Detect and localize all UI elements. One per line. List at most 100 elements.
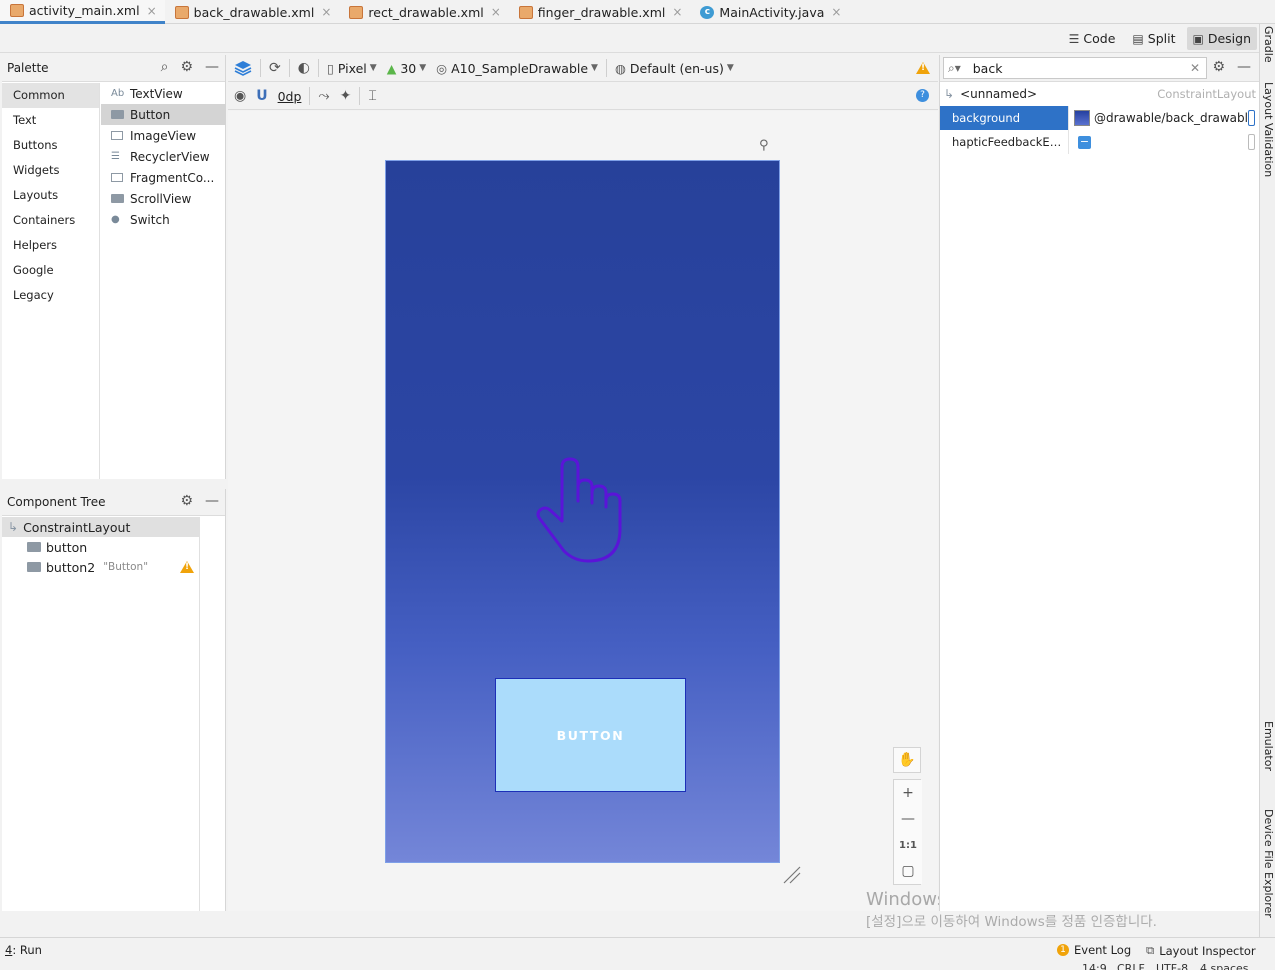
component-tree-title: Component Tree [7, 495, 106, 509]
guidelines-button[interactable]: ⌶ [363, 85, 381, 107]
view-mode-bar: ☰ Code ▤ Split ▣ Design [0, 25, 1259, 53]
tab-finger-drawable[interactable]: finger_drawable.xml × [509, 0, 691, 24]
resize-handle-icon[interactable] [782, 865, 802, 885]
attribute-value-field[interactable]: − [1068, 130, 1259, 154]
palette-category[interactable]: Helpers [2, 233, 99, 258]
gear-icon[interactable]: ⚙ [180, 493, 193, 509]
palette-category[interactable]: Containers [2, 208, 99, 233]
gradle-tool-button[interactable]: Gradle [1262, 26, 1275, 63]
design-view-button[interactable]: ▣ Design [1187, 27, 1257, 50]
help-icon[interactable]: ? [916, 89, 929, 102]
palette-item-textview[interactable]: Ab TextView [101, 83, 226, 104]
locale-select[interactable]: ◍ Default (en-us) ▼ [610, 57, 739, 79]
pin-icon[interactable]: ⚲ [759, 138, 769, 153]
tab-main-activity[interactable]: c MainActivity.java × [690, 0, 849, 24]
clear-constraints-button[interactable]: ⤳ [313, 85, 334, 107]
pan-button[interactable]: ✋ [893, 747, 921, 773]
tab-back-drawable[interactable]: back_drawable.xml × [165, 0, 340, 24]
palette-item-scrollview[interactable]: ScrollView [101, 188, 226, 209]
caret-position[interactable]: 14:9 [1082, 962, 1107, 970]
close-icon[interactable]: × [831, 5, 841, 19]
layout-validation-tool-button[interactable]: Layout Validation [1262, 82, 1275, 177]
design-canvas[interactable]: ⚲ BUTTON ✋ + — 1:1 ▢ Windows 정품 인증 [설정]으… [228, 111, 1157, 930]
tab-activity-main[interactable]: activity_main.xml × [0, 0, 165, 24]
palette-category[interactable]: Common [2, 83, 99, 108]
device-file-explorer-tool-button[interactable]: Device File Explorer [1262, 809, 1275, 918]
minimize-icon[interactable]: — [1237, 59, 1251, 75]
tristate-checkbox-icon[interactable]: − [1078, 135, 1091, 149]
attribute-value: @drawable/back_drawable [1094, 111, 1256, 125]
default-margin-button[interactable]: 0dp [273, 85, 307, 107]
run-tool-button[interactable]: 4 : Run [5, 943, 42, 957]
close-icon[interactable]: × [491, 5, 501, 19]
image-icon [111, 131, 127, 140]
warning-icon[interactable] [180, 561, 194, 573]
device-preview[interactable]: BUTTON [385, 160, 780, 863]
api-level-select[interactable]: ▲ 30 ▼ [382, 57, 431, 79]
palette-category[interactable]: Layouts [2, 183, 99, 208]
magic-wand-icon: ✦ [339, 88, 352, 104]
palette-item-label: Button [130, 107, 171, 122]
zoom-fit-button[interactable]: ▢ [894, 858, 922, 884]
palette-category[interactable]: Buttons [2, 133, 99, 158]
palette-category[interactable]: Legacy [2, 283, 99, 308]
palette-item-switch[interactable]: ● Switch [101, 209, 226, 230]
theme-select[interactable]: ◎ A10_SampleDrawable ▼ [431, 57, 603, 79]
attribute-row-background[interactable]: background @drawable/back_drawable [940, 106, 1259, 130]
resource-picker-handle[interactable] [1248, 134, 1255, 150]
tree-row-button[interactable]: button [2, 537, 199, 557]
tab-rect-drawable[interactable]: rect_drawable.xml × [339, 0, 508, 24]
palette-item-button[interactable]: Button [101, 104, 226, 125]
close-icon[interactable]: × [672, 5, 682, 19]
close-icon[interactable]: × [147, 4, 157, 18]
zoom-out-button[interactable]: — [894, 806, 922, 832]
split-view-button[interactable]: ▤ Split [1127, 27, 1181, 50]
tree-row-button2[interactable]: button2 "Button" [2, 557, 199, 577]
palette-item-label: TextView [130, 86, 183, 101]
attribute-value-field[interactable]: @drawable/back_drawable [1068, 106, 1259, 130]
zoom-controls: ✋ + — 1:1 ▢ [893, 747, 922, 885]
minimize-icon[interactable]: — [205, 59, 219, 75]
color-swatch-icon[interactable] [1074, 110, 1090, 126]
night-mode-button[interactable]: ◐ [293, 57, 315, 79]
zoom-in-button[interactable]: + [894, 780, 922, 806]
palette-item-imageview[interactable]: ImageView [101, 125, 226, 146]
search-value: back [972, 60, 1003, 76]
locale-label: Default (en-us) [629, 60, 724, 76]
indent-setting[interactable]: 4 spaces [1200, 962, 1249, 970]
autoconnect-button[interactable]: U [251, 85, 272, 107]
gear-icon[interactable]: ⚙ [1212, 59, 1225, 75]
close-icon[interactable]: × [321, 5, 331, 19]
resource-picker-handle[interactable] [1248, 110, 1255, 126]
palette-item-recyclerview[interactable]: ☰ RecyclerView [101, 146, 226, 167]
orientation-button[interactable]: ⟳ [264, 57, 286, 79]
event-log-button[interactable]: 1 Event Log [1057, 943, 1131, 957]
layout-inspector-button[interactable]: ⧉ Layout Inspector [1146, 943, 1256, 958]
attribute-search-input[interactable]: ⌕▾ back ✕ [943, 57, 1207, 79]
warning-icon[interactable] [916, 62, 930, 74]
palette-category[interactable]: Text [2, 108, 99, 133]
palette-item-fragmentcontainer[interactable]: FragmentCo... [101, 167, 226, 188]
search-icon[interactable]: ⌕ [161, 59, 169, 75]
editor-tab-bar: activity_main.xml × back_drawable.xml × … [0, 0, 1275, 24]
palette-category[interactable]: Widgets [2, 158, 99, 183]
infer-constraints-button[interactable]: ✦ [335, 85, 357, 107]
xml-file-icon [518, 5, 533, 19]
minimize-icon[interactable]: — [205, 493, 219, 509]
textview-icon: Ab [111, 88, 125, 99]
device-select[interactable]: ▯ Pixel ▼ [322, 57, 382, 79]
attribute-row-haptic[interactable]: hapticFeedbackEnabl... − [940, 130, 1259, 154]
zoom-actual-button[interactable]: 1:1 [894, 832, 922, 858]
view-options-button[interactable]: ◉ [228, 85, 251, 107]
design-surface-layers-button[interactable] [228, 57, 257, 79]
file-encoding[interactable]: UTF-8 [1156, 962, 1188, 970]
preview-button[interactable]: BUTTON [495, 678, 686, 792]
clear-search-icon[interactable]: ✕ [1190, 61, 1200, 75]
globe-icon: ◍ [614, 60, 626, 76]
tree-row-constraintlayout[interactable]: ↳ ConstraintLayout [2, 517, 199, 537]
line-separator[interactable]: CRLF [1117, 962, 1145, 970]
palette-category[interactable]: Google [2, 258, 99, 283]
gear-icon[interactable]: ⚙ [180, 59, 193, 75]
code-view-button[interactable]: ☰ Code [1064, 27, 1122, 50]
emulator-tool-button[interactable]: Emulator [1262, 721, 1275, 771]
